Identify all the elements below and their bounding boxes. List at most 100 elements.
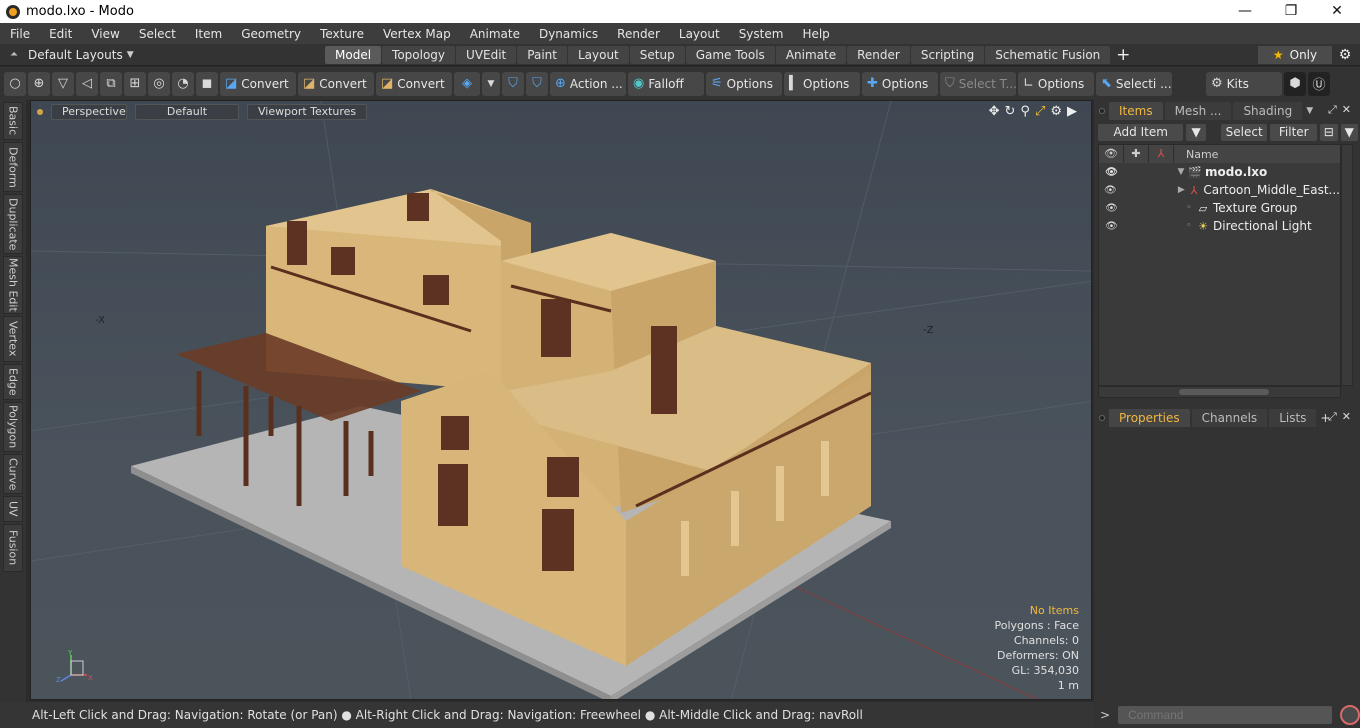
pan-icon[interactable]: ✥	[989, 104, 1000, 119]
center-select-button[interactable]: ◎	[148, 71, 170, 96]
tab-items[interactable]: Items	[1109, 102, 1163, 120]
tab-setup[interactable]: Setup	[629, 45, 685, 64]
options-button-2[interactable]: ▍ Options	[784, 71, 860, 96]
maximize-button[interactable]: ❐	[1268, 0, 1314, 23]
edge-select-button[interactable]: ⊕	[28, 71, 50, 96]
menu-help[interactable]: Help	[792, 27, 838, 41]
vtab-deform[interactable]: Deform	[3, 142, 23, 192]
kits-button[interactable]: ⚙ Kits	[1206, 71, 1282, 96]
select-through-button[interactable]: ⛉ Select T...	[940, 71, 1017, 96]
workplane-button[interactable]: ◈	[454, 71, 480, 96]
material-select-button[interactable]: ◁	[76, 71, 98, 96]
expand-icon[interactable]: ▼	[1174, 167, 1188, 177]
chevron-down-icon[interactable]: ▼	[1306, 106, 1313, 116]
minimize-button[interactable]: —	[1222, 0, 1268, 23]
vtab-fusion[interactable]: Fusion	[3, 524, 23, 572]
tab-uvedit[interactable]: UVEdit	[456, 45, 517, 64]
list-item[interactable]: 👁 ▼ 🎬 modo.lxo	[1099, 163, 1340, 181]
viewport-menu-dot[interactable]	[37, 109, 43, 115]
tab-render[interactable]: Render	[847, 45, 910, 64]
menu-render[interactable]: Render	[607, 27, 669, 41]
menu-item[interactable]: Item	[185, 27, 231, 41]
scroll-thumb[interactable]	[1179, 389, 1269, 395]
options-button-3[interactable]: ✚ Options	[862, 71, 938, 96]
edge-ring-button[interactable]: ◔	[172, 71, 194, 96]
tab-game-tools[interactable]: Game Tools	[685, 45, 775, 64]
mesh-select-button[interactable]: ◼	[196, 71, 218, 96]
menu-texture[interactable]: Texture	[310, 27, 373, 41]
viewport-settings-icon[interactable]: ⚙	[1050, 104, 1062, 119]
viewport-expand-icon[interactable]: ▶	[1067, 104, 1077, 119]
zoom-icon[interactable]: ⚲	[1020, 104, 1030, 119]
snapping-button[interactable]: ⛉	[526, 71, 548, 96]
eye-icon[interactable]: 👁	[1099, 167, 1124, 178]
menu-geometry[interactable]: Geometry	[231, 27, 310, 41]
shading-dropdown[interactable]: Default	[135, 104, 239, 120]
vtab-duplicate[interactable]: Duplicate	[3, 194, 23, 254]
select-button[interactable]: Select	[1220, 124, 1268, 141]
item-select-button[interactable]: ⧉	[100, 71, 122, 96]
viewport-textures-dropdown[interactable]: Viewport Textures	[247, 104, 368, 120]
visibility-column-icon[interactable]: 👁	[1099, 145, 1124, 163]
menu-file[interactable]: File	[0, 27, 39, 41]
tab-animate[interactable]: Animate	[775, 45, 847, 64]
polygon-select-button[interactable]: ▽	[52, 71, 74, 96]
filter-button[interactable]: Filter	[1270, 124, 1318, 141]
layout-up-icon[interactable]: ⏶	[0, 49, 28, 60]
vertex-select-button[interactable]: ○	[4, 71, 26, 96]
list-item[interactable]: 👁 ◦ ☀ Directional Light	[1099, 217, 1340, 235]
menu-dynamics[interactable]: Dynamics	[529, 27, 607, 41]
vtab-edge[interactable]: Edge	[3, 364, 23, 400]
layouts-selector[interactable]: ⏶ Default Layouts ▼	[0, 44, 325, 66]
list-item[interactable]: 👁 ▶ ⅄ Cartoon_Middle_East...	[1099, 181, 1340, 199]
tab-scripting[interactable]: Scripting	[910, 45, 985, 64]
panel-controls-icon[interactable]: ⤢✕	[1328, 410, 1356, 424]
tab-shading[interactable]: Shading	[1233, 102, 1303, 120]
expand-icon[interactable]: ▶	[1175, 185, 1188, 195]
command-input[interactable]	[1118, 706, 1332, 724]
tab-properties[interactable]: Properties	[1109, 409, 1190, 427]
menu-select[interactable]: Select	[129, 27, 185, 41]
menu-animate[interactable]: Animate	[460, 27, 529, 41]
vtab-curve[interactable]: Curve	[3, 454, 23, 494]
add-item-dropdown[interactable]: ▼	[1186, 124, 1206, 141]
type-column-icon[interactable]: ⅄	[1149, 145, 1174, 163]
tab-channels[interactable]: Channels	[1191, 409, 1268, 427]
convert-button-1[interactable]: ◪ Convert	[220, 71, 296, 96]
view-type-dropdown[interactable]: Perspective	[51, 104, 127, 120]
options-button-1[interactable]: ⚟ Options	[706, 71, 782, 96]
gear-icon[interactable]: ⚙	[1336, 46, 1354, 64]
list-item[interactable]: 👁 ◦ ▱ Texture Group	[1099, 199, 1340, 217]
pivot-select-button[interactable]: ⊞	[124, 71, 146, 96]
workplane-dropdown[interactable]: ▼	[482, 71, 500, 96]
tab-paint[interactable]: Paint	[517, 45, 567, 64]
panel-controls-icon[interactable]: ⤢✕	[1328, 103, 1356, 117]
options-button-4[interactable]: ∟ Options	[1018, 71, 1094, 96]
rotate-icon[interactable]: ↻	[1005, 104, 1016, 119]
tab-layout[interactable]: Layout	[567, 45, 629, 64]
vtab-basic[interactable]: Basic	[3, 102, 23, 140]
vtab-uv[interactable]: UV	[3, 496, 23, 522]
selection-button[interactable]: ⬉ Selecti ...	[1096, 71, 1172, 96]
symmetry-button[interactable]: ⛉	[502, 71, 524, 96]
eye-icon[interactable]: 👁	[1099, 203, 1124, 214]
action-center-button[interactable]: ⊕ Action ...	[550, 71, 626, 96]
falloff-button[interactable]: ◉ Falloff	[628, 71, 704, 96]
menu-view[interactable]: View	[81, 27, 128, 41]
scene-render[interactable]: -X -Z	[31, 101, 1092, 700]
convert-button-2[interactable]: ◪ Convert	[298, 71, 374, 96]
eye-icon[interactable]: 👁	[1099, 221, 1124, 232]
lock-column-icon[interactable]: ✚	[1124, 145, 1149, 163]
record-icon[interactable]	[1340, 705, 1360, 725]
item-list-hscroll[interactable]	[1098, 386, 1341, 398]
add-tab-button[interactable]: +	[1111, 45, 1135, 65]
menu-edit[interactable]: Edit	[39, 27, 81, 41]
vtab-mesh-edit[interactable]: Mesh Edit	[3, 256, 23, 314]
vtab-vertex[interactable]: Vertex	[3, 316, 23, 362]
menu-system[interactable]: System	[729, 27, 793, 41]
name-column-header[interactable]: Name	[1174, 148, 1218, 161]
collapse-icon[interactable]: ⊟	[1320, 124, 1338, 141]
menu-vertex-map[interactable]: Vertex Map	[373, 27, 460, 41]
only-button[interactable]: ★ Only	[1258, 46, 1332, 64]
tab-lists[interactable]: Lists	[1269, 409, 1317, 427]
